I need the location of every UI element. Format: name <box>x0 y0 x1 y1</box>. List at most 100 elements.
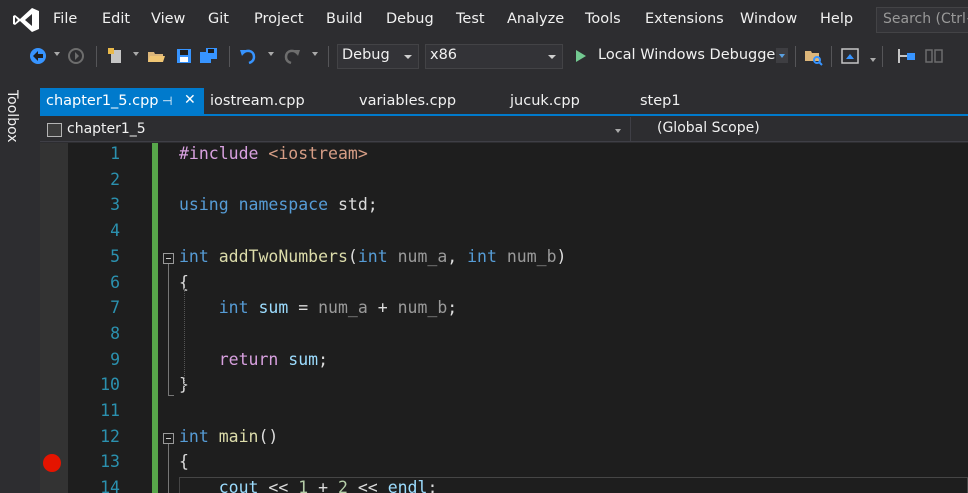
outline-guide <box>168 264 169 395</box>
indent-guide <box>184 288 185 388</box>
toolbar-separator <box>882 46 883 67</box>
line-number: 6 <box>110 272 120 292</box>
code-line[interactable]: 10 } <box>40 374 968 400</box>
menu-edit[interactable]: Edit <box>102 11 130 27</box>
line-number: 1 <box>110 144 120 163</box>
code-line[interactable]: 14 cout << 1 + 2 << endl; <box>40 477 968 493</box>
code-text: int sum = num_a + num_b; <box>218 298 458 318</box>
toolbar: Debug x86 Local Windows Debugger <box>0 40 968 73</box>
layout-icon[interactable] <box>924 46 944 66</box>
play-icon <box>576 50 586 62</box>
code-line[interactable]: 7 int sum = num_a + num_b; <box>40 297 968 323</box>
menu-view[interactable]: View <box>151 11 185 27</box>
collapse-toggle-icon[interactable] <box>163 432 174 444</box>
project-scope-dropdown[interactable]: chapter1_5 <box>42 119 629 141</box>
save-all-icon[interactable] <box>199 46 219 66</box>
project-scope-label: chapter1_5 <box>67 121 146 137</box>
toolbar-separator <box>229 46 230 67</box>
tab-iostream[interactable]: iostream.cpp <box>210 93 305 109</box>
code-line[interactable]: 8 <box>40 323 968 349</box>
tab-well-underline <box>40 114 968 116</box>
cpp-project-icon <box>47 123 62 137</box>
menu-analyze[interactable]: Analyze <box>507 11 564 27</box>
platform-value: x86 <box>430 47 458 63</box>
search-input[interactable]: Search (Ctrl+ <box>876 7 968 33</box>
code-line[interactable]: 9 return sum; <box>40 349 968 375</box>
pin-icon[interactable]: ⊣ <box>162 94 172 108</box>
browser-icon[interactable] <box>840 46 860 66</box>
code-line[interactable]: 4 <box>40 220 968 246</box>
back-dropdown-arrow[interactable] <box>54 52 60 56</box>
undo-icon[interactable] <box>238 46 258 66</box>
menu-bar: File Edit View Git Project Build Debug T… <box>0 0 968 40</box>
code-line[interactable]: 1 #include <iostream> <box>40 143 968 169</box>
code-line[interactable]: 6 { <box>40 272 968 298</box>
browser-dropdown[interactable] <box>870 58 876 62</box>
menu-file[interactable]: File <box>53 11 77 27</box>
code-text: cout << 1 + 2 << endl; <box>218 478 438 493</box>
menu-tools[interactable]: Tools <box>585 11 621 27</box>
document-tab-bar: chapter1_5.cpp ⊣ ✕ iostream.cpp variable… <box>40 88 968 116</box>
outline-guide <box>168 444 169 493</box>
code-text: int addTwoNumbers(int num_a, int num_b) <box>179 246 567 266</box>
code-line[interactable]: 12 int main() <box>40 426 968 452</box>
menu-test[interactable]: Test <box>456 11 485 27</box>
redo-icon[interactable] <box>282 46 302 66</box>
line-number: 7 <box>110 298 120 318</box>
visual-studio-logo-icon[interactable] <box>12 6 40 34</box>
tab-jucuk[interactable]: jucuk.cpp <box>510 93 580 109</box>
code-text: return sum; <box>218 349 329 369</box>
line-number: 4 <box>110 221 120 241</box>
code-line[interactable]: 13 { <box>40 451 968 477</box>
line-number: 2 <box>110 169 120 189</box>
toolbar-separator <box>831 46 832 67</box>
collapse-toggle-icon[interactable] <box>163 252 174 264</box>
menu-git[interactable]: Git <box>208 11 229 27</box>
forward-arrow-icon[interactable] <box>66 46 86 66</box>
step-icon[interactable] <box>896 46 916 66</box>
code-editor[interactable]: 1 #include <iostream> 2 3 using namespac… <box>40 143 968 493</box>
line-number: 14 <box>100 478 120 493</box>
menu-help[interactable]: Help <box>820 11 853 27</box>
new-project-icon[interactable] <box>106 46 126 66</box>
code-line[interactable]: 5 int addTwoNumbers(int num_a, int num_b… <box>40 246 968 272</box>
menu-extensions[interactable]: Extensions <box>645 11 724 27</box>
code-text: using namespace std; <box>179 195 378 215</box>
code-line[interactable]: 11 <box>40 400 968 426</box>
code-text: { <box>179 452 189 472</box>
code-text: int main() <box>179 426 279 446</box>
member-scope-dropdown[interactable]: (Global Scope) <box>657 120 760 136</box>
breakpoint-icon[interactable] <box>43 454 61 473</box>
line-number: 3 <box>110 195 120 215</box>
tab-variables[interactable]: variables.cpp <box>359 93 456 109</box>
tab-label: chapter1_5.cpp <box>46 93 159 109</box>
find-in-files-icon[interactable] <box>803 46 823 66</box>
menu-debug[interactable]: Debug <box>386 11 434 27</box>
configuration-dropdown[interactable]: Debug <box>337 44 419 69</box>
close-icon[interactable]: ✕ <box>184 92 196 108</box>
save-icon[interactable] <box>174 46 194 66</box>
code-line[interactable]: 2 <box>40 169 968 195</box>
start-debugging-button[interactable]: Local Windows Debugger <box>570 44 790 69</box>
tab-step1[interactable]: step1 <box>640 93 681 109</box>
line-number: 13 <box>100 452 120 472</box>
menu-window[interactable]: Window <box>740 11 797 27</box>
undo-dropdown[interactable] <box>268 52 274 56</box>
code-line[interactable]: 3 using namespace std; <box>40 194 968 220</box>
toolbox-panel-strip <box>0 86 28 493</box>
redo-dropdown[interactable] <box>312 52 318 56</box>
platform-dropdown[interactable]: x86 <box>425 44 563 69</box>
back-arrow-icon[interactable] <box>28 46 48 66</box>
debug-target-dropdown[interactable] <box>776 48 788 63</box>
chevron-down-icon <box>779 54 785 58</box>
menu-project[interactable]: Project <box>254 11 304 27</box>
toolbar-separator <box>96 46 97 67</box>
open-folder-icon[interactable] <box>146 46 166 66</box>
navigation-bar: chapter1_5 (Global Scope) <box>40 117 968 142</box>
new-project-dropdown[interactable] <box>133 52 139 56</box>
tab-chapter1-5[interactable]: chapter1_5.cpp ⊣ ✕ <box>40 88 204 116</box>
menu-build[interactable]: Build <box>326 11 362 27</box>
run-button-label: Local Windows Debugger <box>598 47 782 63</box>
toolbox-tab[interactable]: Toolbox <box>4 90 20 143</box>
outline-guide-end <box>168 395 174 396</box>
